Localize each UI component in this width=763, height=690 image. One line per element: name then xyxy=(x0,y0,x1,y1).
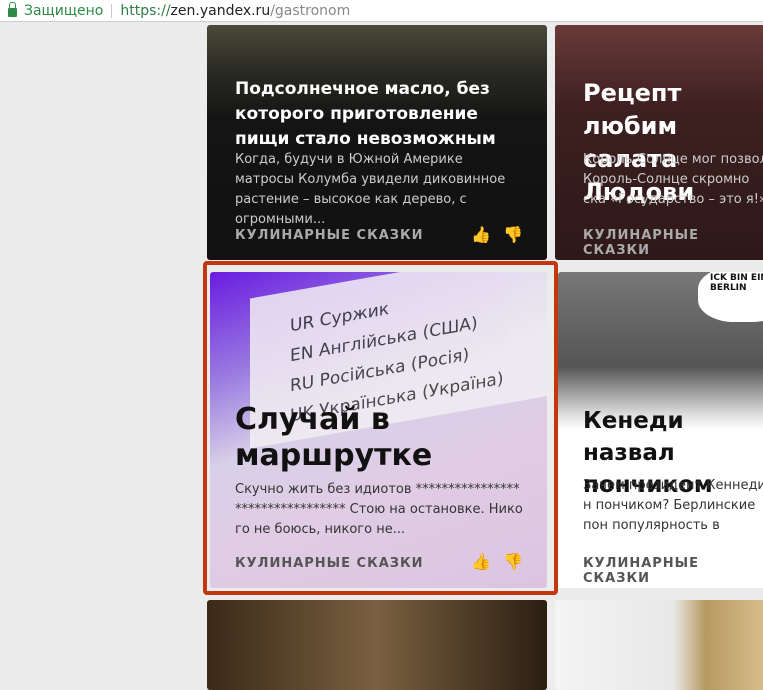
card-source[interactable]: КУЛИНАРНЫЕ СКАЗКИ xyxy=(235,228,424,243)
divider xyxy=(111,3,113,18)
secure-label: Защищено xyxy=(24,2,104,19)
card-title: Подсолнечное масло, без которого пригото… xyxy=(235,79,496,149)
speech-bubble: ICK BIN EIN BERLIN xyxy=(698,272,763,322)
highlight-frame xyxy=(203,261,558,595)
card-description: Когда, будучи в Южной Америке матросы Ко… xyxy=(235,152,506,227)
url-path: /gastronom xyxy=(270,2,351,19)
url-scheme: https:// xyxy=(120,2,171,19)
card-description: Зачем президент Кеннеди н пончиком? Берл… xyxy=(583,478,763,533)
article-card[interactable]: Подсолнечное масло, без которого пригото… xyxy=(207,25,547,260)
article-card[interactable]: Рецепт любим салата Людови Король-Солнце… xyxy=(555,25,763,260)
card-source[interactable]: КУЛИНАРНЫЕ СКАЗКИ xyxy=(583,556,763,586)
card-source[interactable]: КУЛИНАРНЫЕ СКАЗКИ xyxy=(583,228,763,258)
url-host: zen.yandex.ru xyxy=(170,2,271,19)
thumbs-down-icon[interactable]: 👎 xyxy=(503,225,523,244)
lock-icon xyxy=(8,1,17,17)
address-bar[interactable]: Защищено https://zen.yandex.ru/gastronom xyxy=(0,0,763,22)
article-card[interactable] xyxy=(555,600,763,690)
thumbs-up-icon[interactable]: 👍 xyxy=(471,225,491,244)
card-description: Король-Солнце мог позвол Король-Солнце с… xyxy=(583,152,763,207)
article-card[interactable]: ICK BIN EIN BERLIN Кенеди назвал пончико… xyxy=(558,272,763,588)
article-card[interactable] xyxy=(207,600,547,690)
